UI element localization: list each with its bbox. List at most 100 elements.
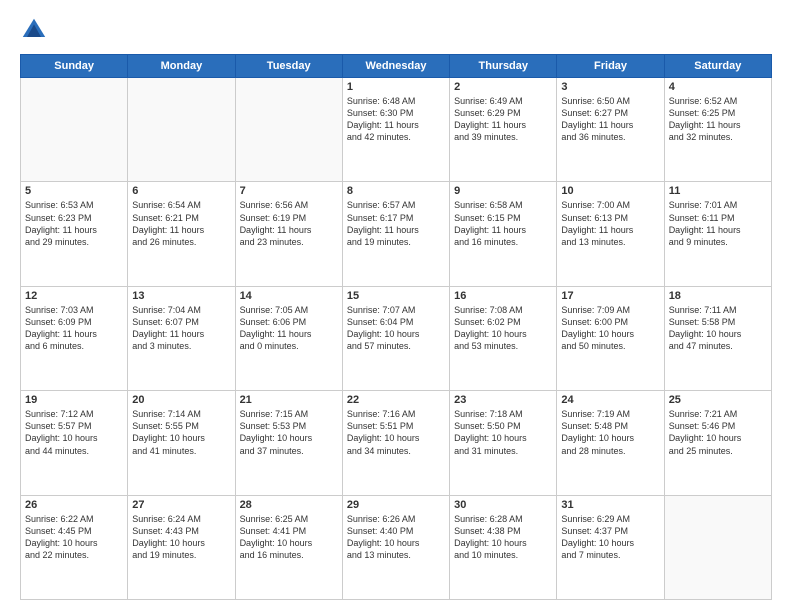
weekday-header-tuesday: Tuesday [235,55,342,78]
weekday-header-row: SundayMondayTuesdayWednesdayThursdayFrid… [21,55,772,78]
day-info: Sunrise: 7:12 AM Sunset: 5:57 PM Dayligh… [25,408,123,457]
calendar-cell: 9 Sunrise: 6:58 AM Sunset: 6:15 PM Daylig… [450,182,557,286]
calendar-cell: 30 Sunrise: 6:28 AM Sunset: 4:38 PM Dayli… [450,495,557,599]
day-number: 18 [669,290,767,302]
calendar-cell: 24 Sunrise: 7:19 AM Sunset: 5:48 PM Dayli… [557,391,664,495]
day-info: Sunrise: 6:26 AM Sunset: 4:40 PM Dayligh… [347,513,445,562]
calendar-cell: 1 Sunrise: 6:48 AM Sunset: 6:30 PM Daylig… [342,78,449,182]
day-info: Sunrise: 7:08 AM Sunset: 6:02 PM Dayligh… [454,304,552,353]
day-number: 29 [347,499,445,511]
weekday-header-saturday: Saturday [664,55,771,78]
day-number: 21 [240,394,338,406]
weekday-header-sunday: Sunday [21,55,128,78]
calendar-cell: 6 Sunrise: 6:54 AM Sunset: 6:21 PM Daylig… [128,182,235,286]
calendar-cell: 11 Sunrise: 7:01 AM Sunset: 6:11 PM Dayli… [664,182,771,286]
header [20,16,772,44]
day-info: Sunrise: 6:48 AM Sunset: 6:30 PM Dayligh… [347,95,445,144]
day-number: 23 [454,394,552,406]
day-info: Sunrise: 7:15 AM Sunset: 5:53 PM Dayligh… [240,408,338,457]
day-info: Sunrise: 6:29 AM Sunset: 4:37 PM Dayligh… [561,513,659,562]
day-info: Sunrise: 6:58 AM Sunset: 6:15 PM Dayligh… [454,199,552,248]
calendar-cell [664,495,771,599]
day-number: 5 [25,185,123,197]
logo-icon [20,16,48,44]
day-number: 26 [25,499,123,511]
day-info: Sunrise: 6:50 AM Sunset: 6:27 PM Dayligh… [561,95,659,144]
day-info: Sunrise: 7:21 AM Sunset: 5:46 PM Dayligh… [669,408,767,457]
calendar-cell: 20Sunrise: 7:14 AM Sunset: 5:55 PM Dayli… [128,391,235,495]
day-info: Sunrise: 7:19 AM Sunset: 5:48 PM Dayligh… [561,408,659,457]
calendar-week-3: 19Sunrise: 7:12 AM Sunset: 5:57 PM Dayli… [21,391,772,495]
day-number: 11 [669,185,767,197]
calendar-table: SundayMondayTuesdayWednesdayThursdayFrid… [20,54,772,600]
day-info: Sunrise: 7:00 AM Sunset: 6:13 PM Dayligh… [561,199,659,248]
day-number: 17 [561,290,659,302]
calendar-cell: 10 Sunrise: 7:00 AM Sunset: 6:13 PM Dayli… [557,182,664,286]
calendar-cell: 25Sunrise: 7:21 AM Sunset: 5:46 PM Dayli… [664,391,771,495]
day-number: 2 [454,81,552,93]
calendar-week-0: 1 Sunrise: 6:48 AM Sunset: 6:30 PM Daylig… [21,78,772,182]
calendar-cell: 19Sunrise: 7:12 AM Sunset: 5:57 PM Dayli… [21,391,128,495]
calendar-cell: 16 Sunrise: 7:08 AM Sunset: 6:02 PM Dayli… [450,286,557,390]
calendar-cell: 15 Sunrise: 7:07 AM Sunset: 6:04 PM Dayli… [342,286,449,390]
day-info: Sunrise: 6:49 AM Sunset: 6:29 PM Dayligh… [454,95,552,144]
day-number: 1 [347,81,445,93]
day-info: Sunrise: 6:53 AM Sunset: 6:23 PM Dayligh… [25,199,123,248]
day-info: Sunrise: 7:07 AM Sunset: 6:04 PM Dayligh… [347,304,445,353]
day-number: 12 [25,290,123,302]
calendar-cell: 12 Sunrise: 7:03 AM Sunset: 6:09 PM Dayli… [21,286,128,390]
calendar-cell: 31 Sunrise: 6:29 AM Sunset: 4:37 PM Dayli… [557,495,664,599]
day-number: 20 [132,394,230,406]
day-info: Sunrise: 7:03 AM Sunset: 6:09 PM Dayligh… [25,304,123,353]
day-info: Sunrise: 6:28 AM Sunset: 4:38 PM Dayligh… [454,513,552,562]
logo [20,16,52,44]
day-number: 6 [132,185,230,197]
weekday-header-wednesday: Wednesday [342,55,449,78]
day-info: Sunrise: 6:52 AM Sunset: 6:25 PM Dayligh… [669,95,767,144]
calendar-cell: 17 Sunrise: 7:09 AM Sunset: 6:00 PM Dayli… [557,286,664,390]
calendar-cell [21,78,128,182]
day-number: 22 [347,394,445,406]
calendar-cell: 14Sunrise: 7:05 AM Sunset: 6:06 PM Dayli… [235,286,342,390]
day-number: 24 [561,394,659,406]
day-info: Sunrise: 7:18 AM Sunset: 5:50 PM Dayligh… [454,408,552,457]
calendar-cell: 2 Sunrise: 6:49 AM Sunset: 6:29 PM Daylig… [450,78,557,182]
day-number: 27 [132,499,230,511]
calendar-cell: 23 Sunrise: 7:18 AM Sunset: 5:50 PM Dayli… [450,391,557,495]
day-info: Sunrise: 7:01 AM Sunset: 6:11 PM Dayligh… [669,199,767,248]
day-number: 13 [132,290,230,302]
calendar-cell: 4 Sunrise: 6:52 AM Sunset: 6:25 PM Daylig… [664,78,771,182]
calendar-cell: 26 Sunrise: 6:22 AM Sunset: 4:45 PM Dayli… [21,495,128,599]
day-number: 7 [240,185,338,197]
calendar-cell: 3 Sunrise: 6:50 AM Sunset: 6:27 PM Daylig… [557,78,664,182]
calendar-cell [128,78,235,182]
weekday-header-thursday: Thursday [450,55,557,78]
day-number: 28 [240,499,338,511]
weekday-header-friday: Friday [557,55,664,78]
day-number: 30 [454,499,552,511]
weekday-header-monday: Monday [128,55,235,78]
day-number: 15 [347,290,445,302]
calendar-cell: 7 Sunrise: 6:56 AM Sunset: 6:19 PM Daylig… [235,182,342,286]
day-info: Sunrise: 6:54 AM Sunset: 6:21 PM Dayligh… [132,199,230,248]
day-number: 16 [454,290,552,302]
day-number: 8 [347,185,445,197]
day-number: 31 [561,499,659,511]
day-info: Sunrise: 6:56 AM Sunset: 6:19 PM Dayligh… [240,199,338,248]
day-info: Sunrise: 7:16 AM Sunset: 5:51 PM Dayligh… [347,408,445,457]
calendar-cell: 5 Sunrise: 6:53 AM Sunset: 6:23 PM Daylig… [21,182,128,286]
calendar-cell: 29 Sunrise: 6:26 AM Sunset: 4:40 PM Dayli… [342,495,449,599]
day-info: Sunrise: 7:09 AM Sunset: 6:00 PM Dayligh… [561,304,659,353]
calendar-cell: 28 Sunrise: 6:25 AM Sunset: 4:41 PM Dayli… [235,495,342,599]
calendar-cell: 27 Sunrise: 6:24 AM Sunset: 4:43 PM Dayli… [128,495,235,599]
day-number: 4 [669,81,767,93]
day-number: 3 [561,81,659,93]
day-info: Sunrise: 7:11 AM Sunset: 5:58 PM Dayligh… [669,304,767,353]
day-number: 9 [454,185,552,197]
day-info: Sunrise: 6:25 AM Sunset: 4:41 PM Dayligh… [240,513,338,562]
day-number: 10 [561,185,659,197]
day-info: Sunrise: 6:22 AM Sunset: 4:45 PM Dayligh… [25,513,123,562]
calendar-cell: 18 Sunrise: 7:11 AM Sunset: 5:58 PM Dayli… [664,286,771,390]
day-info: Sunrise: 6:24 AM Sunset: 4:43 PM Dayligh… [132,513,230,562]
day-info: Sunrise: 7:04 AM Sunset: 6:07 PM Dayligh… [132,304,230,353]
